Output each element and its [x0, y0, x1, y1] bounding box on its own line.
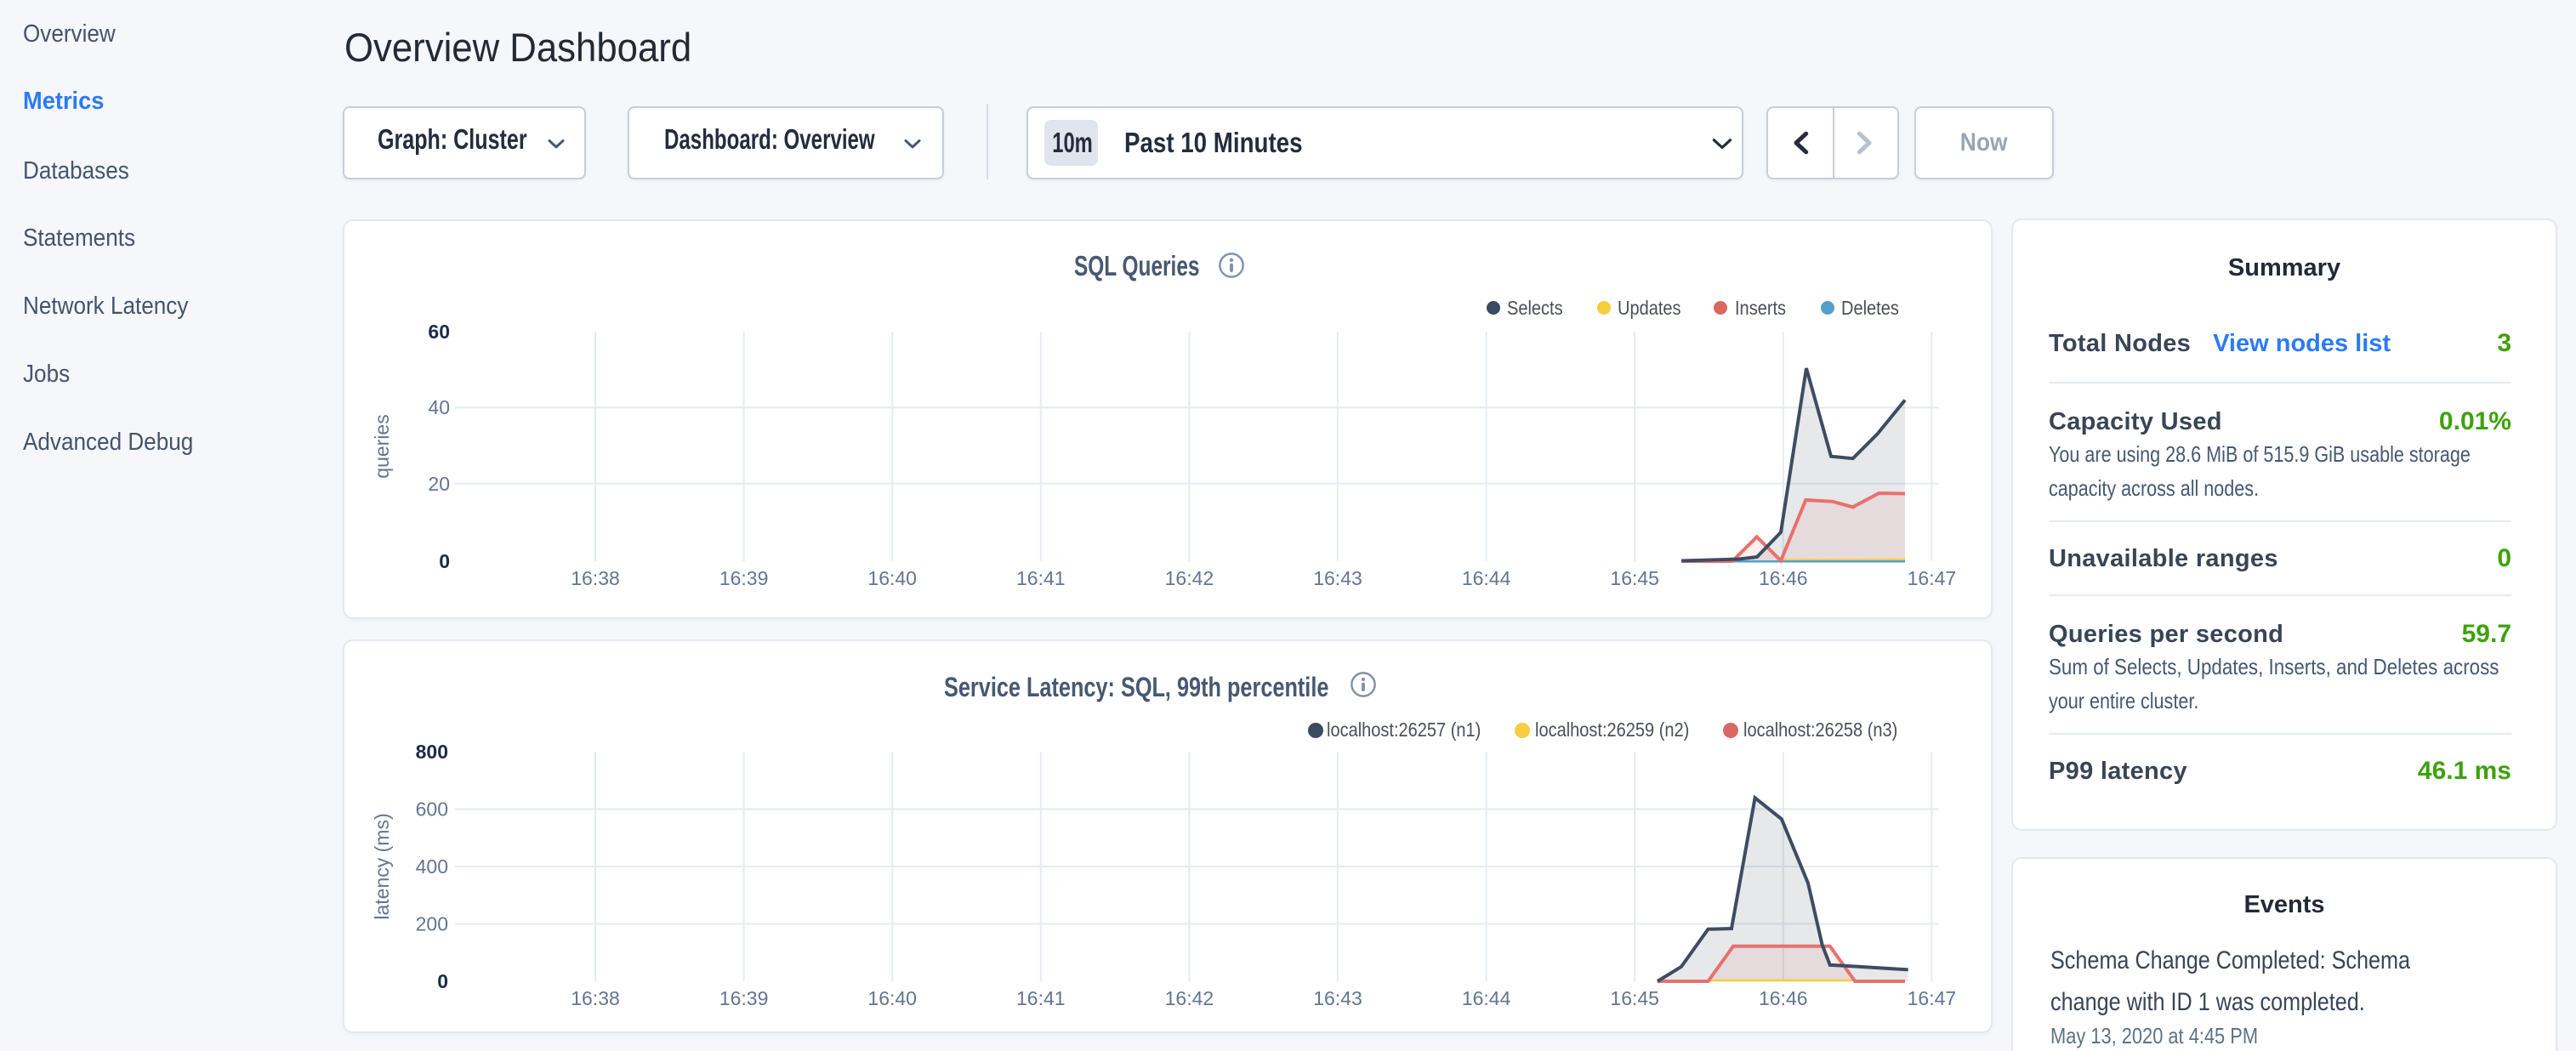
svg-text:16:41: 16:41	[1016, 987, 1066, 1009]
svg-text:16:40: 16:40	[867, 567, 917, 589]
svg-text:16:43: 16:43	[1313, 567, 1362, 589]
svg-text:16:41: 16:41	[1016, 567, 1066, 589]
svg-text:16:47: 16:47	[1908, 987, 1957, 1009]
svg-text:latency (ms): latency (ms)	[371, 813, 393, 919]
svg-text:200: 200	[416, 913, 448, 935]
svg-text:16:39: 16:39	[719, 567, 769, 589]
svg-text:16:38: 16:38	[571, 567, 620, 589]
svg-text:16:45: 16:45	[1610, 987, 1659, 1009]
svg-text:400: 400	[416, 855, 448, 878]
svg-text:0: 0	[439, 550, 450, 572]
svg-text:16:43: 16:43	[1313, 987, 1362, 1009]
svg-text:0: 0	[437, 970, 448, 992]
svg-text:40: 40	[428, 396, 450, 418]
svg-text:16:46: 16:46	[1759, 987, 1808, 1009]
svg-text:600: 600	[416, 798, 448, 821]
svg-text:16:38: 16:38	[571, 987, 620, 1009]
svg-text:16:47: 16:47	[1908, 567, 1957, 589]
svg-text:16:39: 16:39	[719, 987, 769, 1009]
svg-text:800: 800	[416, 741, 448, 763]
svg-text:16:44: 16:44	[1462, 567, 1511, 589]
svg-text:20: 20	[428, 473, 450, 495]
svg-text:16:40: 16:40	[867, 987, 917, 1009]
svg-text:queries: queries	[371, 414, 393, 478]
svg-text:16:42: 16:42	[1165, 567, 1214, 589]
svg-text:16:42: 16:42	[1165, 987, 1214, 1009]
svg-text:60: 60	[428, 321, 450, 343]
svg-text:16:44: 16:44	[1462, 987, 1511, 1009]
svg-text:16:45: 16:45	[1610, 567, 1659, 589]
svg-text:16:46: 16:46	[1759, 567, 1808, 589]
